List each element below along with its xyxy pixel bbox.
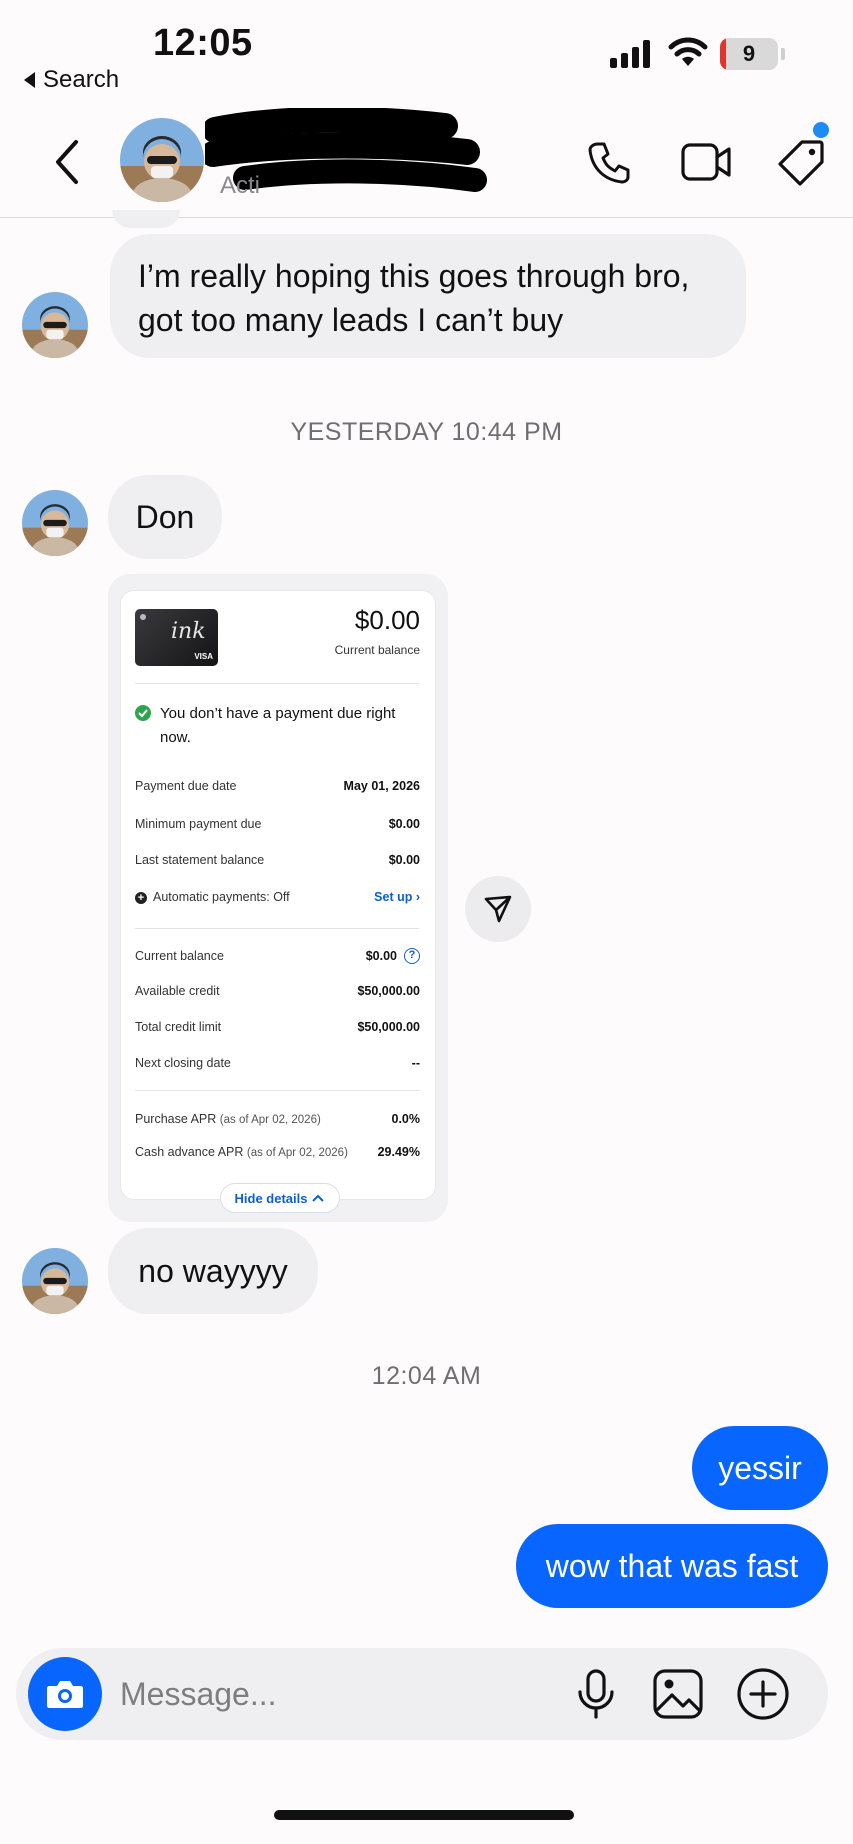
send-arrow-icon <box>484 895 512 923</box>
notification-dot <box>813 122 829 138</box>
hide-details-button: Hide details <box>220 1183 340 1213</box>
battery-indicator: 9 <box>720 38 778 70</box>
row-label: Purchase APR (as of Apr 02, 2026) <box>135 1112 321 1126</box>
row-value: 0.0% <box>391 1112 421 1126</box>
card-divider <box>135 683 419 684</box>
previous-bubble-stub <box>112 210 180 228</box>
avatar-photo-icon <box>22 490 88 556</box>
row-label: Payment due date <box>135 779 237 793</box>
message-text: yessir <box>718 1449 802 1486</box>
sender-avatar[interactable] <box>22 1248 88 1314</box>
row-value: -- <box>411 1056 420 1070</box>
gallery-icon[interactable] <box>652 1668 704 1720</box>
contact-avatar[interactable] <box>120 118 204 202</box>
back-to-search-link[interactable]: Search <box>24 66 119 94</box>
share-button[interactable] <box>465 876 531 942</box>
card-brand-text: ink <box>171 619 206 644</box>
message-bubble-incoming[interactable]: I’m really hoping this goes through bro,… <box>110 234 746 358</box>
back-triangle-icon <box>24 72 35 88</box>
timestamp: YESTERDAY 10:44 PM <box>290 418 563 446</box>
avatar-photo-icon <box>22 292 88 358</box>
camera-icon <box>47 1681 83 1708</box>
row-label: Automatic payments: Off <box>153 890 290 904</box>
cellular-signal-icon <box>610 40 650 68</box>
message-text: I’m really hoping this goes through bro,… <box>138 258 690 338</box>
row-value: $0.00 <box>388 817 420 831</box>
row-label: Current balance <box>135 949 224 963</box>
message-bubble-incoming[interactable]: no wayyyy <box>108 1228 318 1314</box>
back-chevron-icon[interactable] <box>52 138 82 186</box>
row-value: $50,000.00 <box>357 1020 420 1034</box>
phone-icon[interactable] <box>586 140 632 186</box>
balance-amount: $0.00 <box>354 605 420 635</box>
row-value: $50,000.00 <box>357 984 420 998</box>
microphone-icon[interactable] <box>574 1668 618 1720</box>
row-value: 29.49% <box>377 1145 420 1159</box>
message-bubble-outgoing[interactable]: wow that was fast <box>516 1524 828 1608</box>
message-text: wow that was fast <box>545 1547 799 1584</box>
avatar-photo-icon <box>120 118 204 202</box>
row-label: Last statement balance <box>135 853 265 867</box>
message-text: no wayyyy <box>138 1253 288 1289</box>
card-divider <box>135 1090 419 1091</box>
setup-link: Set up › <box>374 890 420 904</box>
card-divider <box>135 928 419 929</box>
help-icon: ? <box>404 948 420 964</box>
message-text: Don <box>135 499 195 535</box>
balance-caption: Current balance <box>334 643 420 657</box>
row-label: Cash advance APR (as of Apr 02, 2026) <box>135 1145 348 1159</box>
battery-nub <box>781 48 785 60</box>
row-label: Total credit limit <box>135 1020 222 1034</box>
plus-circle-icon: + <box>135 892 147 904</box>
battery-level: 9 <box>742 41 756 66</box>
battery-low-fill <box>720 38 726 70</box>
check-circle-icon <box>135 705 151 721</box>
add-circle-icon[interactable] <box>736 1667 790 1721</box>
timestamp: 12:04 AM <box>371 1362 482 1390</box>
card-network: VISA <box>194 652 213 661</box>
video-camera-icon[interactable] <box>680 140 732 184</box>
status-time: 12:05 <box>153 22 253 64</box>
sender-avatar[interactable] <box>22 490 88 556</box>
home-indicator <box>274 1810 574 1820</box>
message-bubble-outgoing[interactable]: yessir <box>692 1426 828 1510</box>
row-label: Minimum payment due <box>135 817 262 831</box>
wifi-icon <box>668 37 708 66</box>
credit-card-graphic: ink VISA <box>135 609 218 666</box>
row-label: Next closing date <box>135 1056 231 1070</box>
active-status-text: Acti <box>220 172 261 199</box>
avatar-photo-icon <box>22 1248 88 1314</box>
sender-avatar[interactable] <box>22 292 88 358</box>
message-bubble-incoming[interactable]: Don <box>108 475 222 559</box>
row-value: $0.00 <box>388 853 420 867</box>
back-to-search-label: Search <box>43 66 120 93</box>
message-input[interactable] <box>120 1666 540 1722</box>
row-value: $0.00 <box>365 949 397 963</box>
row-label: Available credit <box>135 984 220 998</box>
row-value: May 01, 2026 <box>343 779 420 793</box>
chevron-up-icon <box>312 1194 325 1202</box>
camera-button[interactable] <box>28 1657 102 1731</box>
payment-note: You don’t have a payment due right now. <box>160 705 396 746</box>
tag-icon[interactable] <box>776 138 826 188</box>
